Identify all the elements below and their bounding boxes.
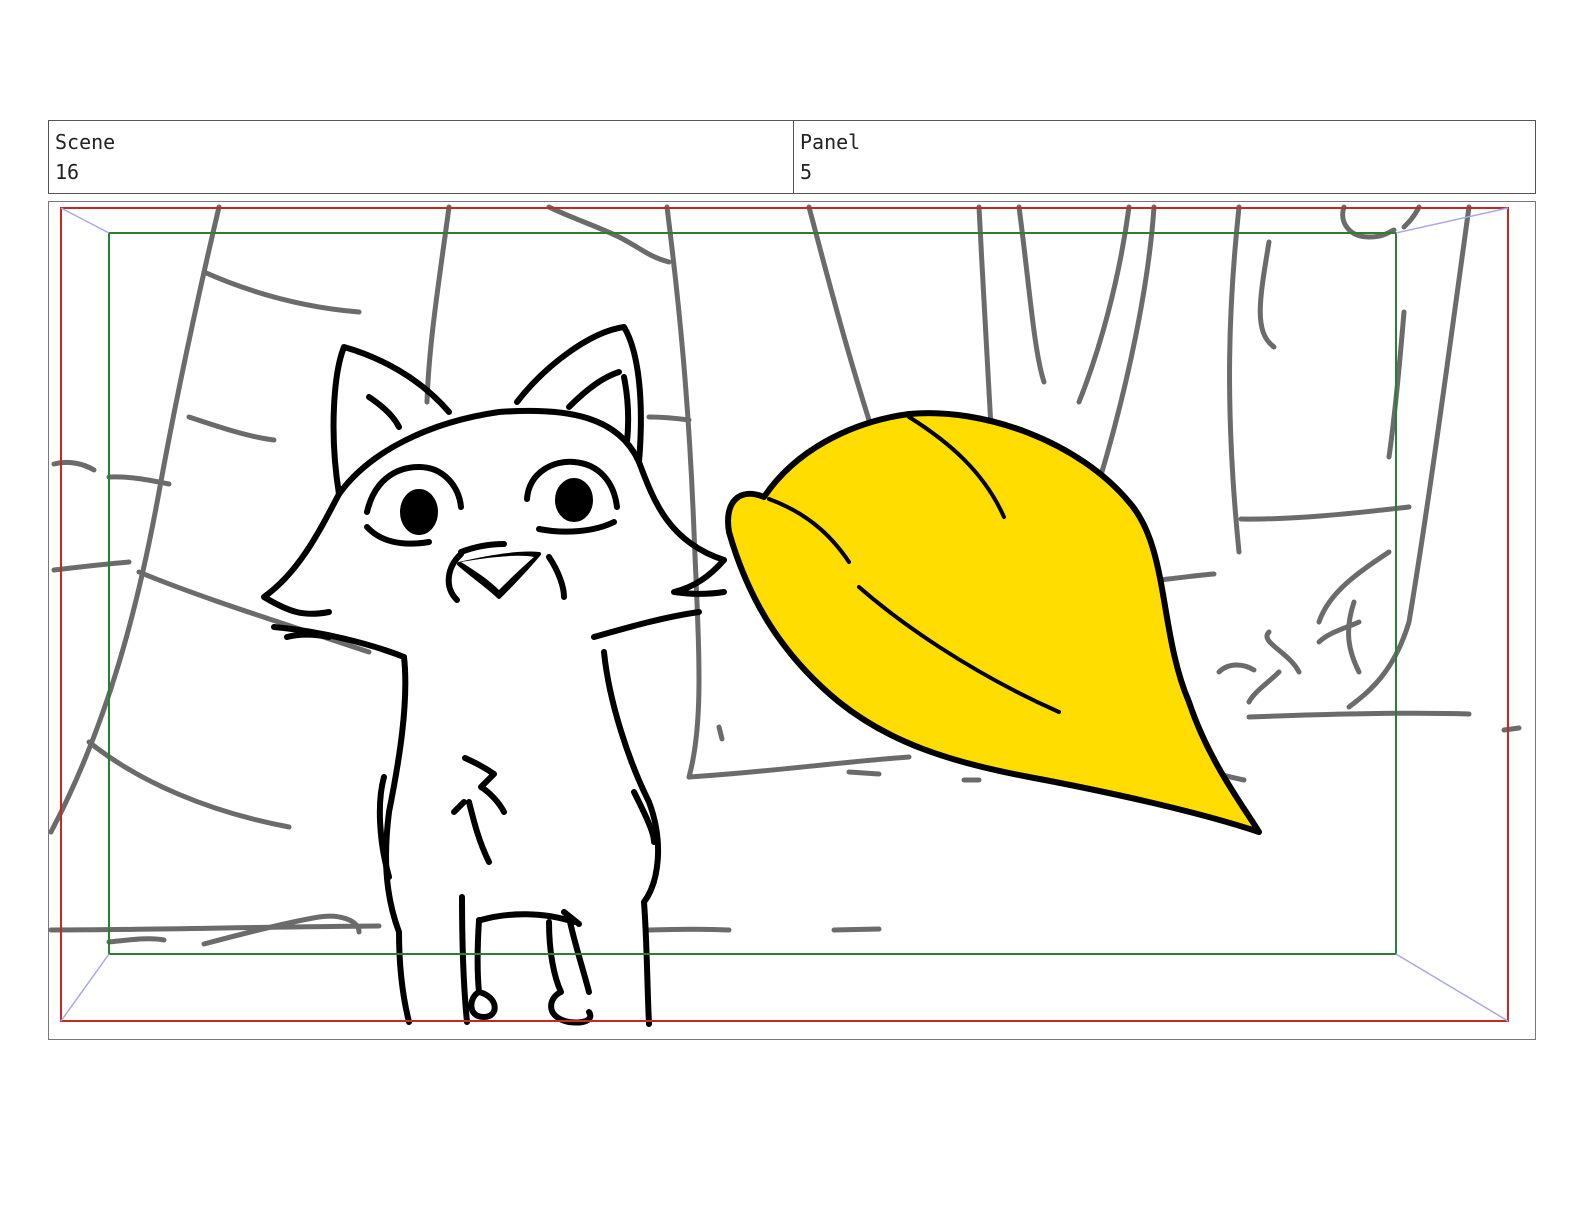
panel-header: Scene 16 Panel 5 <box>48 120 1536 194</box>
storyboard-drawing <box>49 204 1522 1027</box>
panel-label: Panel <box>800 130 861 154</box>
panel-number: 5 <box>800 160 813 184</box>
scene-label: Scene <box>55 130 116 154</box>
fox-tail <box>725 410 1262 835</box>
scene-cell: Scene 16 <box>49 121 794 193</box>
fox-character <box>261 324 727 1027</box>
panel-cell: Panel 5 <box>794 121 1535 193</box>
scene-number: 16 <box>55 160 80 184</box>
storyboard-frame <box>48 201 1536 1040</box>
